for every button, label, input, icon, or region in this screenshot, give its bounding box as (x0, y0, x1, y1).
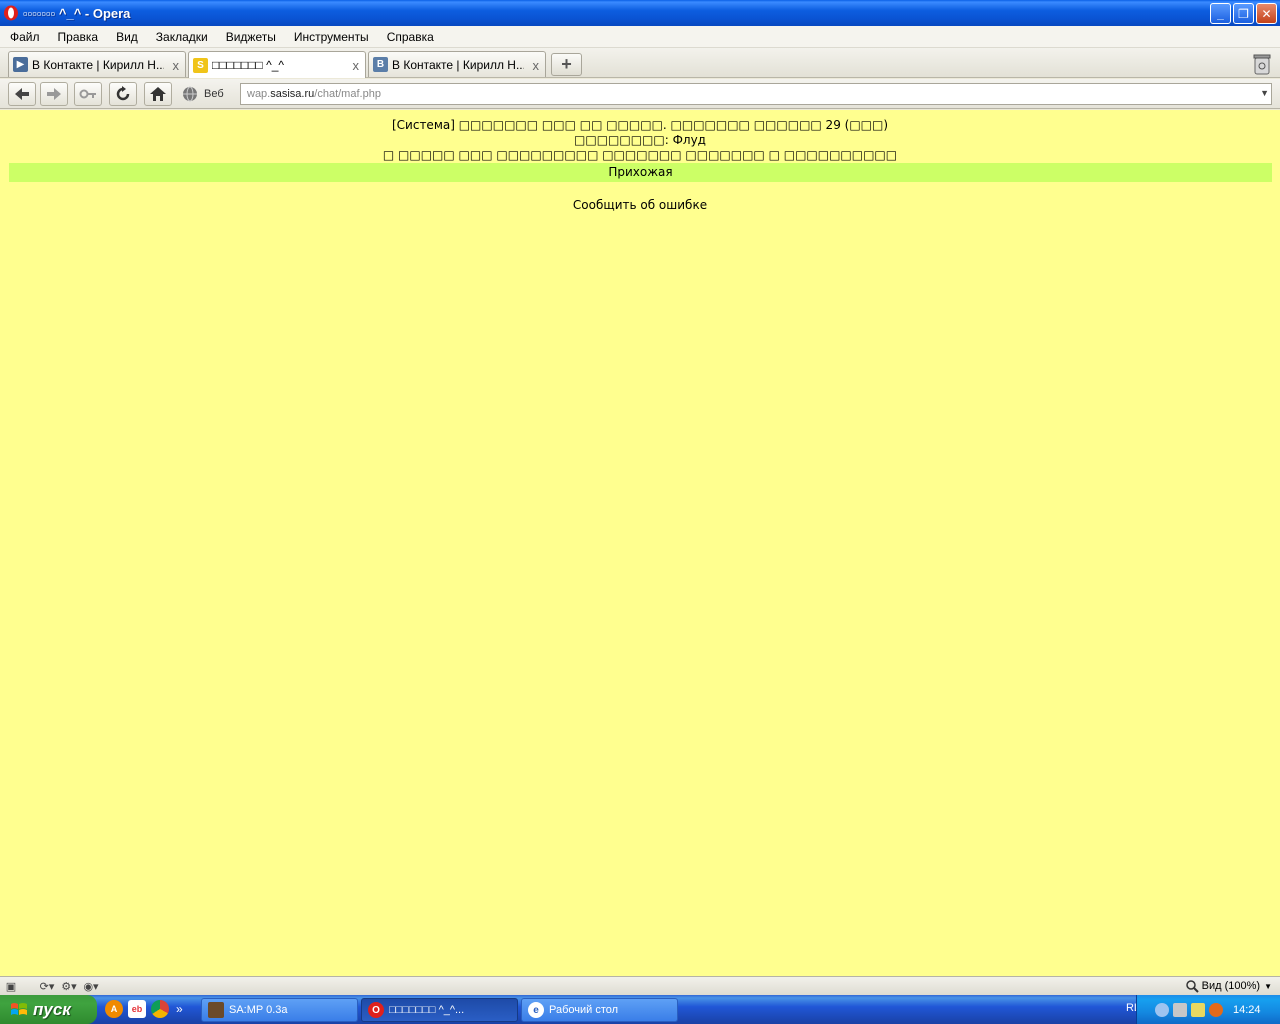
search-engine-label: Веб (204, 88, 224, 100)
url-input[interactable]: wap. sasisa.ru/chat/maf.php ▼ (240, 83, 1272, 105)
menu-bar: Файл Правка Вид Закладки Виджеты Инструм… (0, 26, 1280, 48)
forward-button[interactable] (40, 82, 68, 106)
menu-file[interactable]: Файл (0, 30, 49, 44)
system-tray: 14:24 (1136, 995, 1280, 1024)
tab-bar: ▶ В Контакте | Кирилл Н... x S □□□□□□□ ^… (0, 48, 1280, 78)
samp-icon (208, 1002, 224, 1018)
start-label: пуск (33, 999, 71, 1019)
back-button[interactable] (8, 82, 36, 106)
room-topic: □□□□□□□□: Флуд (574, 133, 706, 147)
tab-label: В Контакте | Кирилл Н... (32, 57, 164, 72)
task-desktop[interactable]: e Рабочий стол (521, 998, 678, 1022)
chrome-icon[interactable] (151, 1000, 169, 1018)
warning-icon[interactable] (1191, 1002, 1205, 1017)
system-message: [Система] □□□□□□□ □□□ □□ □□□□□. □□□□□□□ … (391, 118, 889, 132)
arrow-left-icon (15, 88, 29, 100)
window-controls: _ ❐ ✕ (1210, 3, 1277, 24)
tab-sasisa-chat[interactable]: S □□□□□□□ ^_^ x (188, 51, 366, 78)
window-title: ▫▫▫▫▫▫▫ ^_^ - Opera (23, 5, 131, 21)
avast-icon[interactable]: A (105, 1000, 123, 1018)
window-title-bar[interactable]: ▫▫▫▫▫▫▫ ^_^ - Opera _ ❐ ✕ (0, 0, 1280, 26)
task-label: □□□□□□□ ^_^... (389, 1004, 465, 1016)
url-prefix: wap. (247, 88, 271, 100)
reload-button[interactable] (109, 82, 137, 106)
tab-close-icon[interactable]: x (533, 58, 540, 73)
info-line: □ □□□□□ □□□ □□□□□□□□□ □□□□□□□ □□□□□□□ □ … (382, 148, 898, 162)
vk-favicon-icon: B (373, 57, 388, 72)
address-toolbar: Веб wap. sasisa.ru/chat/maf.php ▼ (0, 79, 1280, 109)
home-button[interactable] (144, 82, 172, 106)
minimize-button[interactable]: _ (1210, 3, 1231, 24)
new-tab-button[interactable]: + (551, 53, 582, 76)
start-button[interactable]: пуск (0, 995, 97, 1024)
windows-taskbar: пуск A eb » SA:MP 0.3a O □□□□□□□ ^_^... … (0, 995, 1280, 1024)
reload-icon (116, 86, 130, 101)
report-error-link[interactable]: Сообщить об ошибке (573, 198, 707, 212)
url-domain: sasisa.ru (270, 88, 315, 100)
unite-icon[interactable]: ⚙▾ (58, 978, 80, 994)
turbo-icon[interactable]: ◉▾ (80, 978, 102, 994)
menu-bookmarks[interactable]: Закладки (147, 30, 217, 44)
tab-vkontakte-1[interactable]: ▶ В Контакте | Кирилл Н... x (8, 51, 186, 77)
zoom-control[interactable]: Вид (100%) ▼ (1185, 979, 1272, 993)
chevron-down-icon[interactable]: ▼ (1260, 88, 1269, 98)
ebay-icon[interactable]: eb (128, 1000, 146, 1018)
page-content: [Система] □□□□□□□ □□□ □□ □□□□□. □□□□□□□ … (0, 110, 1280, 976)
quick-launch-more[interactable]: » (176, 1002, 183, 1016)
network-icon[interactable] (1173, 1002, 1187, 1017)
task-samp[interactable]: SA:MP 0.3a (201, 998, 358, 1022)
menu-tools[interactable]: Инструменты (285, 30, 378, 44)
magnifier-icon (1185, 980, 1199, 993)
globe-icon (183, 86, 197, 102)
close-button[interactable]: ✕ (1256, 3, 1277, 24)
opera-logo-icon (4, 5, 18, 21)
maximize-button[interactable]: ❐ (1233, 3, 1254, 24)
tab-close-icon[interactable]: x (353, 58, 360, 73)
menu-edit[interactable]: Правка (49, 30, 108, 44)
menu-help[interactable]: Справка (378, 30, 443, 44)
home-icon (150, 87, 166, 101)
play-icon: ▶ (13, 57, 28, 72)
status-bar: ▣ ⟳▾ ⚙▾ ◉▾ Вид (100%) ▼ (0, 976, 1280, 995)
room-link[interactable]: Прихожая (9, 163, 1272, 182)
search-engine-selector[interactable]: Веб (178, 83, 240, 105)
sync-icon[interactable]: ⟳▾ (36, 978, 58, 994)
arrow-right-icon (47, 88, 61, 100)
avast-tray-icon[interactable] (1209, 1002, 1223, 1017)
windows-flag-icon (11, 1002, 27, 1015)
menu-widgets[interactable]: Виджеты (217, 30, 285, 44)
s-favicon-icon: S (193, 57, 208, 73)
clock[interactable]: 14:24 (1233, 1004, 1261, 1016)
url-path: /chat/maf.php (314, 88, 381, 100)
desktop-icon: e (528, 1002, 544, 1018)
menu-view[interactable]: Вид (107, 30, 147, 44)
task-opera[interactable]: O □□□□□□□ ^_^... (361, 998, 518, 1022)
opera-logo-icon: O (368, 1002, 384, 1018)
wand-key-button[interactable] (74, 82, 102, 106)
report-error-row: Сообщить об ошибке (0, 198, 1280, 212)
quick-launch: A eb » (105, 1000, 183, 1018)
tab-label: □□□□□□□ ^_^ (212, 58, 285, 72)
panel-toggle-icon[interactable]: ▣ (0, 978, 22, 994)
tab-vkontakte-2[interactable]: B В Контакте | Кирилл Н... x (368, 51, 546, 77)
tab-close-icon[interactable]: x (173, 58, 180, 73)
key-icon (79, 89, 96, 99)
tab-label: В Контакте | Кирилл Н... (392, 57, 524, 72)
chevron-down-icon: ▼ (1264, 981, 1272, 991)
zoom-label: Вид (100%) (1201, 980, 1261, 992)
task-label: Рабочий стол (549, 1004, 619, 1016)
trash-icon[interactable] (1252, 53, 1272, 75)
tray-expand-icon[interactable] (1155, 1002, 1169, 1017)
task-label: SA:MP 0.3a (229, 1004, 288, 1016)
